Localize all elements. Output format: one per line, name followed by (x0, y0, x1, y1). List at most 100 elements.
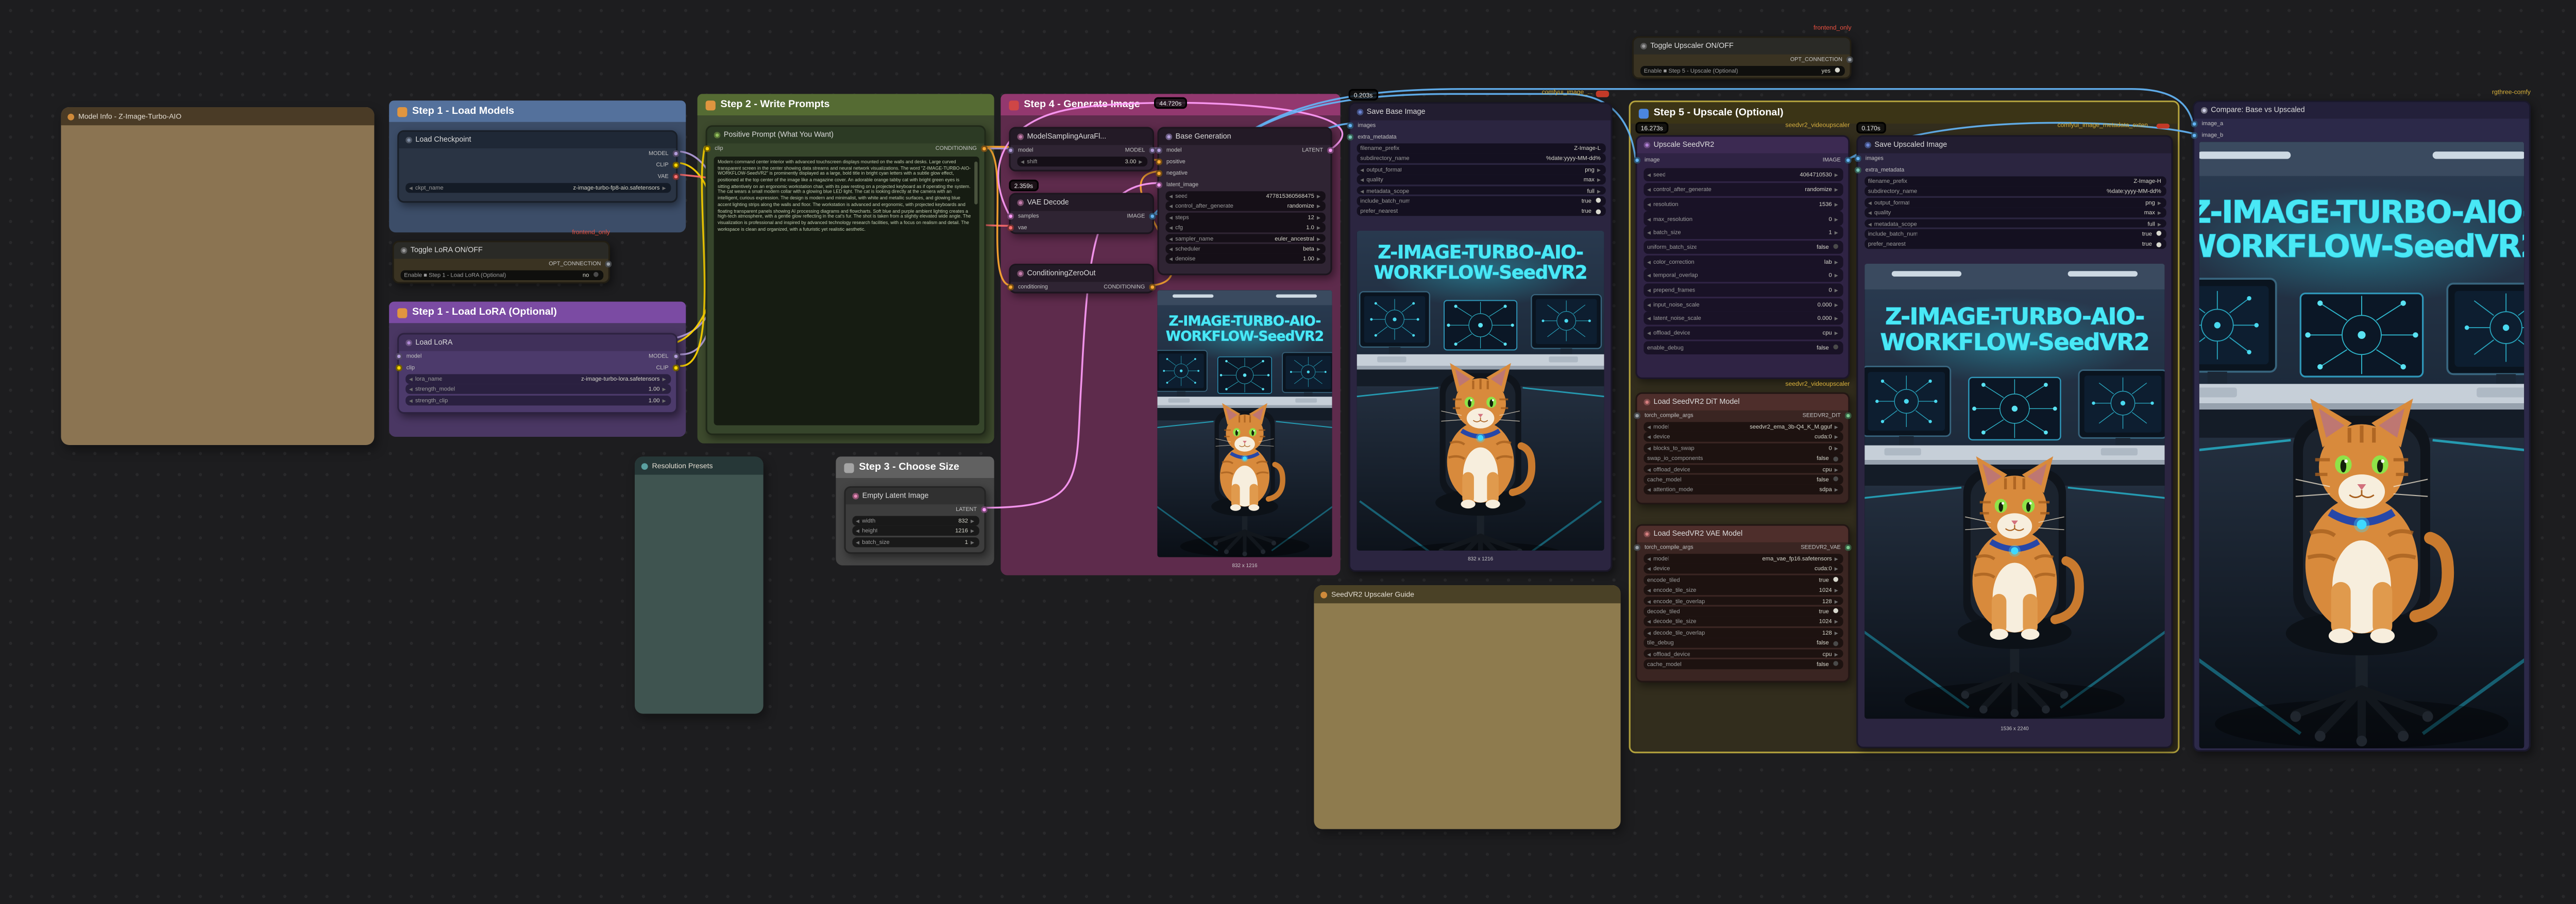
node-base-generation-ksampler[interactable]: Base GenerationmodelLATENTpositivenegati… (1157, 127, 1332, 275)
prompt-textarea[interactable]: Modern command center interior with adva… (713, 157, 978, 425)
note-resolution-presets[interactable]: Resolution Presets (635, 456, 764, 713)
decrement-arrow[interactable]: ◀ (1647, 423, 1651, 430)
increment-arrow[interactable]: ▶ (1597, 177, 1601, 183)
decrement-arrow[interactable]: ◀ (1868, 220, 1872, 227)
increment-arrow[interactable]: ▶ (1835, 287, 1838, 294)
node-title-bar[interactable]: Save Upscaled Image (1858, 137, 2171, 152)
node-load-seedvr2-vae-model[interactable]: Load SeedVR2 VAE Modeltorch_compile_args… (1635, 524, 1850, 683)
increment-arrow[interactable]: ▶ (1317, 203, 1320, 210)
widget-cache-model[interactable]: cache_modelfalse (1643, 659, 1842, 669)
widget-quality[interactable]: ◀qualitymax▶ (1356, 175, 1605, 185)
node-title-bar[interactable]: Base Generation (1159, 129, 1331, 144)
node-model-sampling-auraflow[interactable]: ModelSamplingAuraFl...modelMODEL◀shift3.… (1009, 127, 1154, 171)
increment-arrow[interactable]: ▶ (1317, 235, 1320, 242)
increment-arrow[interactable]: ▶ (1835, 466, 1838, 472)
decrement-arrow[interactable]: ◀ (1868, 199, 1872, 206)
toggle-dot[interactable] (1833, 477, 1838, 482)
decrement-arrow[interactable]: ◀ (1647, 650, 1651, 657)
widget-output-format[interactable]: ◀output_formatpng▶ (1864, 198, 2166, 208)
group-header[interactable]: Step 5 - Upscale (Optional) (1631, 102, 2178, 124)
node-title-bar[interactable]: ModelSamplingAuraFl... (1011, 129, 1153, 144)
decrement-arrow[interactable]: ◀ (1647, 315, 1651, 322)
decrement-arrow[interactable]: ◀ (1647, 629, 1651, 636)
widget-encode-tiled[interactable]: encode_tiledtrue (1643, 575, 1842, 585)
node-title-bar[interactable]: ConditioningZeroOut (1011, 265, 1153, 281)
node-collapse-dot[interactable] (1165, 133, 1172, 140)
decrement-arrow[interactable]: ◀ (1647, 229, 1651, 236)
widget-prefer-nearest[interactable]: prefer_nearesttrue (1864, 240, 2166, 249)
group-header[interactable]: Step 3 - Choose Size (836, 456, 994, 478)
node-toggle-lora[interactable]: Toggle LoRA ON/OFFOPT_CONNECTIONEnable ■… (393, 241, 610, 283)
extra_metadata-input-port[interactable] (1855, 167, 1861, 173)
decrement-arrow[interactable]: ◀ (1647, 272, 1651, 279)
widget-blocks-to-swap[interactable]: ◀blocks_to_swap0▶ (1643, 443, 1842, 453)
node-title-bar[interactable]: Positive Prompt (What You Want) (707, 127, 985, 142)
conditioning-input-port[interactable] (1008, 284, 1014, 290)
node-load-lora[interactable]: Load LoRAmodelMODELclipCLIP◀lora_namez-i… (397, 333, 677, 414)
CONDITIONING-output-port[interactable] (981, 145, 988, 151)
widget-lora-name[interactable]: ◀lora_namez-image-turbo-lora.safetensors… (405, 374, 670, 384)
positive-input-port[interactable] (1156, 159, 1162, 165)
increment-arrow[interactable]: ▶ (1835, 172, 1838, 179)
widget-sampler-name[interactable]: ◀sampler_nameeuler_ancestral▶ (1165, 233, 1325, 243)
widget-seed[interactable]: ◀seed4064710530▶ (1643, 169, 1842, 182)
widget-attention-mode[interactable]: ◀attention_modesdpa▶ (1643, 485, 1842, 495)
widget-device[interactable]: ◀devicecuda:0▶ (1643, 433, 1842, 442)
widget-enable-step-5-upscale-optional-[interactable]: Enable ■ Step 5 - Upscale (Optional)yes (1639, 66, 1844, 76)
widget-include-batch-num[interactable]: include_batch_numtrue (1864, 229, 2166, 239)
decrement-arrow[interactable]: ◀ (1169, 214, 1173, 220)
OPT_CONNECTION-output-port[interactable] (1847, 56, 1853, 62)
decrement-arrow[interactable]: ◀ (1647, 445, 1651, 451)
increment-arrow[interactable]: ▶ (1835, 423, 1838, 430)
model-input-port[interactable] (396, 353, 402, 359)
increment-arrow[interactable]: ▶ (1597, 166, 1601, 173)
widget-subdirectory-name[interactable]: subdirectory_name%date:yyyy-MM-dd% (1356, 154, 1605, 164)
increment-arrow[interactable]: ▶ (1835, 229, 1838, 236)
decrement-arrow[interactable]: ◀ (1647, 215, 1651, 222)
note-header[interactable]: Model Info - Z-Image-Turbo-AIO (61, 107, 374, 125)
node-collapse-dot[interactable] (852, 492, 858, 499)
increment-arrow[interactable]: ▶ (1835, 301, 1838, 308)
node-title-bar[interactable]: Load SeedVR2 VAE Model (1637, 526, 1849, 541)
decrement-arrow[interactable]: ◀ (1647, 330, 1651, 336)
node-upscale-seedvr2[interactable]: Upscale SeedVR2imageIMAGE◀seed4064710530… (1635, 135, 1850, 379)
node-title-bar[interactable]: Load LoRA (399, 335, 676, 350)
decrement-arrow[interactable]: ◀ (409, 386, 413, 393)
decrement-arrow[interactable]: ◀ (1169, 225, 1173, 231)
decrement-arrow[interactable]: ◀ (1169, 193, 1173, 199)
decrement-arrow[interactable]: ◀ (1647, 172, 1651, 179)
increment-arrow[interactable]: ▶ (663, 376, 666, 383)
image_a-input-port[interactable] (2191, 121, 2197, 127)
node-collapse-dot[interactable] (713, 131, 720, 138)
LATENT-output-port[interactable] (981, 506, 988, 513)
toggle-dot[interactable] (594, 273, 599, 278)
images-input-port[interactable] (1347, 122, 1353, 128)
CLIP-output-port[interactable] (673, 162, 680, 168)
increment-arrow[interactable]: ▶ (1835, 272, 1838, 279)
increment-arrow[interactable]: ▶ (1835, 555, 1838, 562)
increment-arrow[interactable]: ▶ (1835, 215, 1838, 222)
widget-subdirectory-name[interactable]: subdirectory_name%date:yyyy-MM-dd% (1864, 187, 2166, 197)
increment-arrow[interactable]: ▶ (1597, 187, 1601, 194)
toggle-dot[interactable] (1833, 577, 1838, 583)
widget-temporal-overlap[interactable]: ◀temporal_overlap0▶ (1643, 269, 1842, 282)
base-image-preview[interactable] (1357, 231, 1604, 551)
increment-arrow[interactable]: ▶ (1835, 587, 1838, 594)
decrement-arrow[interactable]: ◀ (1647, 258, 1651, 265)
widget-width[interactable]: ◀width832▶ (852, 516, 978, 526)
note-header[interactable]: SeedVR2 Upscaler Guide (1314, 585, 1620, 603)
toggle-dot[interactable] (1833, 456, 1838, 461)
increment-arrow[interactable]: ▶ (2158, 210, 2161, 216)
widget-decode-tiled[interactable]: decode_tiledtrue (1643, 607, 1842, 617)
increment-arrow[interactable]: ▶ (1317, 214, 1320, 220)
decrement-arrow[interactable]: ◀ (1647, 555, 1651, 562)
increment-arrow[interactable]: ▶ (971, 539, 974, 545)
decrement-arrow[interactable]: ◀ (1360, 177, 1364, 183)
node-collapse-dot[interactable] (1864, 141, 1871, 148)
note-header[interactable]: Resolution Presets (635, 456, 764, 474)
widget-tile-debug[interactable]: tile_debugfalse (1643, 638, 1842, 648)
increment-arrow[interactable]: ▶ (1835, 315, 1838, 322)
decrement-arrow[interactable]: ◀ (1647, 434, 1651, 441)
extra_metadata-input-port[interactable] (1347, 134, 1353, 140)
widget-strength-model[interactable]: ◀strength_model1.00▶ (405, 385, 670, 395)
